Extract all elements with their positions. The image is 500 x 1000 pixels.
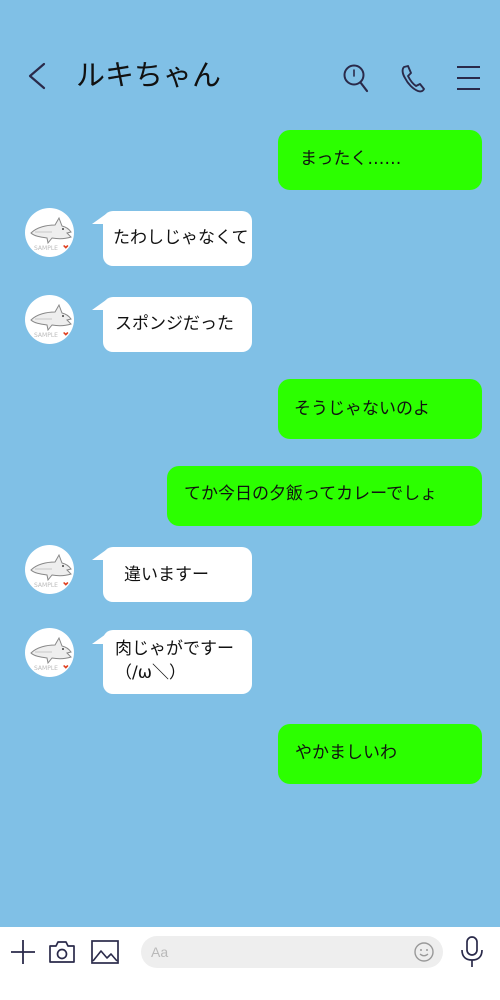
svg-text:SAMPLE: SAMPLE — [34, 665, 58, 672]
microphone-icon — [461, 936, 483, 967]
message-input-box — [141, 936, 443, 968]
message-bubble[interactable]: スポンジだった — [103, 297, 252, 352]
search-icon — [343, 64, 369, 93]
add-button[interactable] — [8, 937, 38, 967]
contact-avatar[interactable]: SAMPLE — [25, 545, 74, 594]
voice-button[interactable] — [457, 935, 487, 969]
contact-avatar[interactable]: SAMPLE — [25, 628, 74, 677]
message-bubble[interactable]: やかましいわ — [278, 724, 482, 784]
menu-button[interactable] — [454, 62, 484, 94]
menu-icon — [457, 66, 480, 90]
emoji-button[interactable] — [413, 941, 435, 963]
chat-title: ルキちゃん — [76, 58, 222, 92]
message-text: たわしじゃなくて — [113, 228, 249, 248]
message-text: てか今日の夕飯ってカレーでしょ — [184, 484, 438, 504]
shark-avatar-icon: SAMPLE — [30, 553, 72, 589]
shark-avatar-icon: SAMPLE — [30, 303, 72, 339]
back-button[interactable] — [20, 58, 50, 94]
chat-header: ルキちゃん — [0, 40, 500, 110]
shark-avatar-icon: SAMPLE — [30, 216, 72, 252]
search-button[interactable] — [341, 62, 371, 94]
message-bubble[interactable]: 肉じゃがですー （/ω＼） — [103, 630, 252, 694]
call-button[interactable] — [398, 62, 428, 94]
message-text-line: 肉じゃがですー — [115, 639, 234, 659]
svg-text:SAMPLE: SAMPLE — [34, 332, 58, 339]
svg-text:SAMPLE: SAMPLE — [34, 245, 58, 252]
plus-icon — [11, 940, 35, 964]
message-bubble[interactable]: 違いますー — [103, 547, 252, 602]
chat-screen: ルキちゃん まったく…… SAMPLE たわしじゃなくて SAMPLE スポンジ… — [0, 0, 500, 1000]
message-bubble[interactable]: まったく…… — [278, 130, 482, 190]
contact-avatar[interactable]: SAMPLE — [25, 295, 74, 344]
message-input[interactable] — [151, 936, 411, 968]
camera-button[interactable] — [47, 937, 77, 967]
smiley-icon — [414, 942, 434, 962]
shark-avatar-icon: SAMPLE — [30, 636, 72, 672]
message-bubble[interactable]: てか今日の夕飯ってカレーでしょ — [167, 466, 482, 526]
message-text-line: （/ω＼） — [115, 663, 186, 683]
message-bubble[interactable]: たわしじゃなくて — [103, 211, 252, 266]
message-text: まったく…… — [300, 149, 402, 169]
message-text: そうじゃないのよ — [294, 399, 430, 419]
message-text: 違いますー — [124, 565, 209, 585]
image-icon — [91, 940, 119, 964]
image-button[interactable] — [90, 937, 120, 967]
message-text: スポンジだった — [115, 314, 234, 334]
svg-text:SAMPLE: SAMPLE — [34, 582, 58, 589]
camera-icon — [49, 941, 75, 963]
message-text: やかましいわ — [295, 743, 397, 763]
contact-avatar[interactable]: SAMPLE — [25, 208, 74, 257]
phone-icon — [401, 65, 425, 93]
message-input-bar — [0, 927, 500, 1000]
message-bubble[interactable]: そうじゃないのよ — [278, 379, 482, 439]
chevron-left-icon — [28, 62, 46, 90]
